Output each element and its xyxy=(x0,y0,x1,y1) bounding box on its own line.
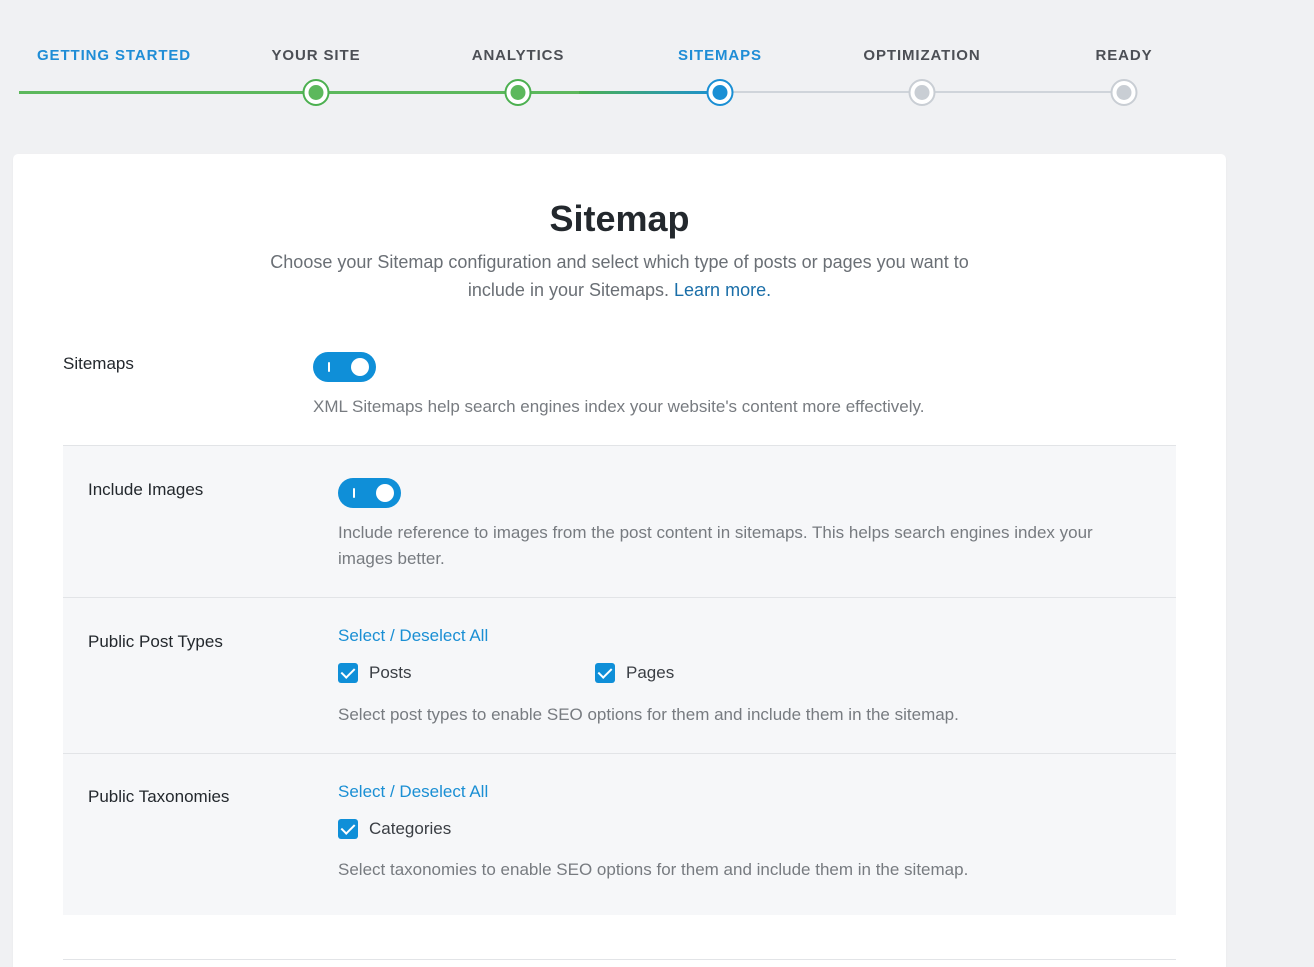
step-sitemaps[interactable]: SITEMAPS xyxy=(678,47,762,64)
divider xyxy=(63,959,1176,960)
step-dot-sitemaps xyxy=(706,79,734,106)
sitemaps-toggle[interactable] xyxy=(313,352,376,382)
toggle-knob xyxy=(351,358,369,376)
checkbox-posts[interactable]: Posts xyxy=(338,663,412,683)
page-title: Sitemap xyxy=(549,198,690,239)
include-images-help: Include reference to images from the pos… xyxy=(338,523,1093,568)
progress-line-current xyxy=(579,91,720,94)
step-dot-your-site xyxy=(302,79,330,106)
taxonomies-select-all-link[interactable]: Select / Deselect All xyxy=(338,782,488,802)
toggle-on-mark xyxy=(353,488,355,498)
step-dot-ready xyxy=(1110,79,1138,106)
page-subtitle: Choose your Sitemap configuration and se… xyxy=(243,248,996,304)
sitemap-settings-card: Sitemap Choose your Sitemap configuratio… xyxy=(13,154,1226,967)
checkbox-label: Categories xyxy=(369,819,452,838)
post-types-select-all-link[interactable]: Select / Deselect All xyxy=(338,626,488,646)
setup-wizard-stepper: GETTING STARTED YOUR SITE ANALYTICS SITE… xyxy=(0,0,1314,130)
taxonomies-label: Public Taxonomies xyxy=(88,787,230,806)
post-types-label: Public Post Types xyxy=(88,632,223,651)
step-ready[interactable]: READY xyxy=(1095,47,1152,64)
include-images-toggle[interactable] xyxy=(338,478,401,508)
include-images-label: Include Images xyxy=(88,480,204,499)
divider xyxy=(63,753,1176,754)
post-types-help: Select post types to enable SEO options … xyxy=(338,705,959,724)
subtitle-text: Choose your Sitemap configuration and se… xyxy=(270,252,969,300)
checkbox-categories[interactable]: Categories xyxy=(338,819,451,839)
checkbox-checked-icon xyxy=(595,663,615,683)
step-dot-analytics xyxy=(504,79,532,106)
taxonomies-help: Select taxonomies to enable SEO options … xyxy=(338,860,969,879)
sitemaps-help: XML Sitemaps help search engines index y… xyxy=(313,397,925,416)
step-your-site[interactable]: YOUR SITE xyxy=(272,47,361,64)
sitemaps-label: Sitemaps xyxy=(63,354,134,373)
step-optimization[interactable]: OPTIMIZATION xyxy=(863,47,980,64)
divider xyxy=(63,597,1176,598)
step-analytics[interactable]: ANALYTICS xyxy=(472,47,565,64)
checkbox-checked-icon xyxy=(338,663,358,683)
checkbox-label: Pages xyxy=(626,663,675,682)
learn-more-link[interactable]: Learn more. xyxy=(674,280,771,300)
checkbox-pages[interactable]: Pages xyxy=(595,663,674,683)
checkbox-checked-icon xyxy=(338,819,358,839)
step-dot-optimization xyxy=(908,79,936,106)
checkbox-label: Posts xyxy=(369,663,412,682)
toggle-knob xyxy=(376,484,394,502)
progress-line-complete xyxy=(19,91,579,94)
toggle-on-mark xyxy=(328,362,330,372)
step-getting-started[interactable]: GETTING STARTED xyxy=(37,47,191,64)
